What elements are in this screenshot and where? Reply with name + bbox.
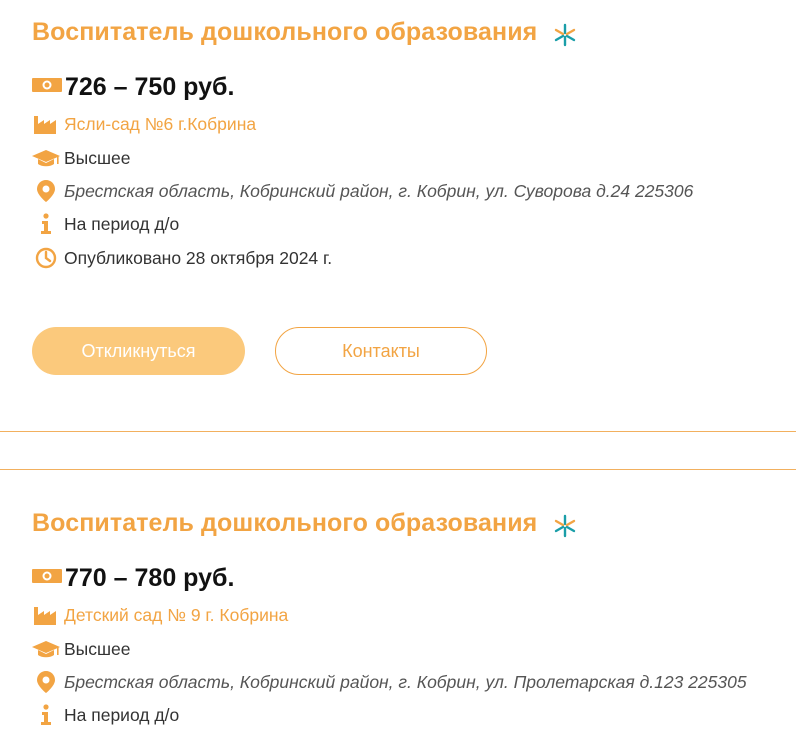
published-date: Опубликовано 28 октября 2024 г. xyxy=(64,247,333,268)
organization-link[interactable]: Ясли-сад №6 г.Кобрина xyxy=(64,114,256,135)
contacts-button[interactable]: Контакты xyxy=(275,327,487,375)
sparkle-icon xyxy=(553,23,577,47)
organization-link[interactable]: Детский сад № 9 г. Кобрина xyxy=(64,605,288,626)
location-pin-icon xyxy=(32,180,60,202)
factory-icon xyxy=(32,604,60,626)
sparkle-icon xyxy=(553,514,577,538)
divider xyxy=(0,431,796,432)
salary-value: 770 – 780 руб. xyxy=(65,563,235,592)
address-row: Брестская область, Кобринский район, г. … xyxy=(32,669,747,695)
vacancy-title[interactable]: Воспитатель дошкольного образования xyxy=(32,18,537,47)
address-value: Брестская область, Кобринский район, г. … xyxy=(64,180,694,201)
address-value: Брестская область, Кобринский район, г. … xyxy=(64,671,747,692)
salary-value: 726 – 750 руб. xyxy=(65,72,235,101)
graduation-cap-icon xyxy=(32,147,60,169)
info-icon xyxy=(32,704,60,726)
info-icon xyxy=(32,213,60,235)
vacancy-title[interactable]: Воспитатель дошкольного образования xyxy=(32,509,537,538)
published-row: Опубликовано 28 октября 2024 г. xyxy=(32,245,332,271)
education-row: Высшее xyxy=(32,145,131,171)
period-row: На период д/о xyxy=(32,211,179,237)
money-icon xyxy=(32,74,62,101)
vacancy-title-row: Воспитатель дошкольного образования xyxy=(32,505,577,541)
location-pin-icon xyxy=(32,671,60,693)
factory-icon xyxy=(32,113,60,135)
graduation-cap-icon xyxy=(32,638,60,660)
address-row: Брестская область, Кобринский район, г. … xyxy=(32,178,693,204)
period-value: На период д/о xyxy=(64,704,180,725)
education-row: Высшее xyxy=(32,636,131,662)
apply-button[interactable]: Откликнуться xyxy=(32,327,245,375)
organization-row[interactable]: Ясли-сад №6 г.Кобрина xyxy=(32,111,256,137)
period-value: На период д/о xyxy=(64,213,180,234)
organization-row[interactable]: Детский сад № 9 г. Кобрина xyxy=(32,602,288,628)
divider xyxy=(0,469,796,470)
salary-row: 770 – 780 руб. xyxy=(32,561,234,595)
period-row: На период д/о xyxy=(32,702,179,728)
education-value: Высшее xyxy=(64,638,131,659)
money-icon xyxy=(32,565,62,592)
vacancy-title-row: Воспитатель дошкольного образования xyxy=(32,14,577,50)
salary-row: 726 – 750 руб. xyxy=(32,70,234,104)
education-value: Высшее xyxy=(64,147,131,168)
clock-icon xyxy=(32,247,60,269)
